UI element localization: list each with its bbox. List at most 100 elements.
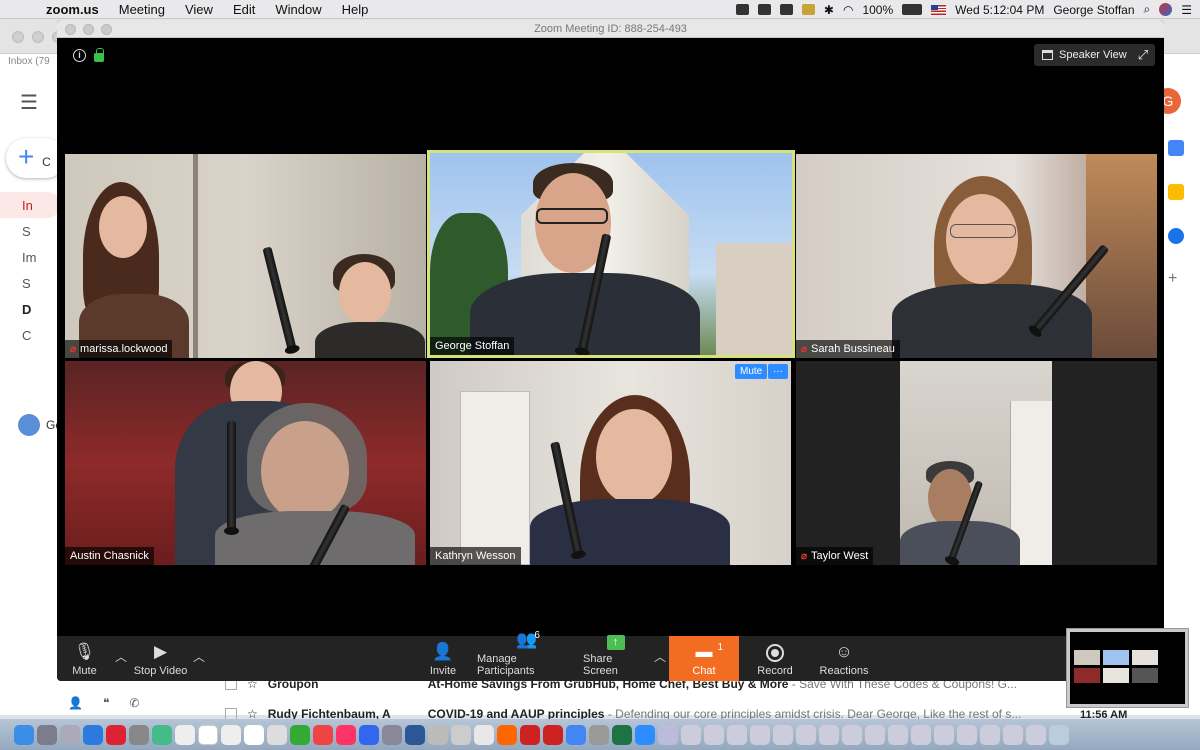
dock-folder-icon[interactable] bbox=[911, 724, 931, 745]
hamburger-menu-icon[interactable]: ☰ bbox=[20, 90, 38, 115]
video-tile[interactable]: ⌀ marissa.lockwood bbox=[65, 154, 426, 358]
camera-icon[interactable] bbox=[779, 4, 793, 15]
menu-edit[interactable]: Edit bbox=[223, 2, 265, 17]
dock-folder-icon[interactable] bbox=[888, 724, 908, 745]
dock-folder-icon[interactable] bbox=[819, 724, 839, 745]
launchpad-icon[interactable] bbox=[60, 724, 80, 745]
dock-folder-icon[interactable] bbox=[681, 724, 701, 745]
stop-video-button[interactable]: ▶ Stop Video bbox=[133, 636, 188, 681]
nav-item-categories[interactable]: C bbox=[0, 322, 60, 348]
chat-button[interactable]: ▬ 1 Chat bbox=[669, 636, 739, 681]
manage-participants-button[interactable]: 👥 6 Manage Participants bbox=[477, 630, 577, 681]
zoom-status-icon[interactable] bbox=[735, 4, 749, 15]
acrobat-icon[interactable] bbox=[520, 724, 540, 745]
share-screen-button[interactable]: ↑ Share Screen bbox=[583, 635, 648, 681]
nav-item-important[interactable]: Im bbox=[0, 244, 60, 270]
menu-view[interactable]: View bbox=[175, 2, 223, 17]
battery-label[interactable]: 100% bbox=[862, 3, 893, 17]
system-preferences-icon[interactable] bbox=[382, 724, 402, 745]
menu-app-name[interactable]: zoom.us bbox=[36, 2, 109, 17]
chrome-icon[interactable] bbox=[566, 724, 586, 745]
news-icon[interactable] bbox=[313, 724, 333, 745]
menu-clock[interactable]: Wed 5:12:04 PM bbox=[955, 3, 1044, 17]
meeting-info-icon[interactable]: i bbox=[73, 49, 86, 62]
textedit-icon[interactable] bbox=[474, 724, 494, 745]
preview-icon[interactable] bbox=[428, 724, 448, 745]
video-tile-active-speaker[interactable]: George Stoffan bbox=[427, 150, 795, 358]
quicktime-icon[interactable] bbox=[589, 724, 609, 745]
dropbox-icon[interactable] bbox=[757, 4, 771, 15]
dock-folder-icon[interactable] bbox=[773, 724, 793, 745]
calendar-app-icon[interactable] bbox=[198, 724, 218, 745]
add-addon-icon[interactable]: + bbox=[1168, 271, 1184, 288]
zoom-app-icon[interactable] bbox=[635, 724, 655, 745]
video-tile[interactable]: ⌀ Sarah Bussineau bbox=[796, 154, 1157, 358]
fullscreen-button[interactable]: ⤢ bbox=[1131, 44, 1155, 66]
nav-item-drafts[interactable]: D bbox=[0, 296, 60, 322]
keynote-icon[interactable] bbox=[267, 724, 287, 745]
encryption-lock-icon[interactable] bbox=[94, 47, 104, 62]
dock-folder-icon[interactable] bbox=[957, 724, 977, 745]
minimize-window-icon[interactable] bbox=[32, 31, 44, 43]
dock-folder-icon[interactable] bbox=[934, 724, 954, 745]
wifi-icon[interactable]: ◠ bbox=[843, 3, 853, 17]
dock-folder-icon[interactable] bbox=[704, 724, 724, 745]
speaker-view-button[interactable]: Speaker View bbox=[1034, 44, 1135, 66]
menu-user[interactable]: George Stoffan bbox=[1053, 3, 1134, 17]
acrobat-reader-icon[interactable] bbox=[543, 724, 563, 745]
finder-icon[interactable] bbox=[14, 724, 34, 745]
reminders-icon[interactable] bbox=[244, 724, 264, 745]
norton-icon[interactable] bbox=[801, 4, 815, 15]
menu-window[interactable]: Window bbox=[265, 2, 331, 17]
app-store-icon[interactable] bbox=[359, 724, 379, 745]
maps-icon[interactable] bbox=[152, 724, 172, 745]
invite-button[interactable]: 👤 Invite bbox=[428, 636, 458, 681]
mail-icon[interactable] bbox=[129, 724, 149, 745]
nav-item-snoozed[interactable]: S bbox=[0, 218, 60, 244]
browser-tab-inbox[interactable]: Inbox (79 bbox=[8, 56, 50, 67]
dock-folder-icon[interactable] bbox=[865, 724, 885, 745]
calendar-icon[interactable] bbox=[1168, 140, 1184, 156]
phone-icon[interactable]: ✆ bbox=[129, 696, 139, 710]
audio-options-caret-icon[interactable]: ︿ bbox=[115, 648, 127, 665]
excel-icon[interactable] bbox=[612, 724, 632, 745]
firefox-icon[interactable] bbox=[497, 724, 517, 745]
menu-help[interactable]: Help bbox=[332, 2, 379, 17]
minimize-window-icon[interactable] bbox=[83, 24, 94, 35]
facetime-icon[interactable] bbox=[290, 724, 310, 745]
nav-item-inbox[interactable]: In bbox=[0, 192, 60, 218]
nav-item-sent[interactable]: S bbox=[0, 270, 60, 296]
dock-folder-icon[interactable] bbox=[1003, 724, 1023, 745]
share-options-caret-icon[interactable]: ︿ bbox=[654, 648, 666, 665]
zoom-window-icon[interactable] bbox=[101, 24, 112, 35]
screenshot-thumbnail[interactable] bbox=[1066, 628, 1189, 708]
video-tile[interactable]: ⌀ Taylor West bbox=[796, 361, 1157, 565]
video-options-caret-icon[interactable]: ︿ bbox=[193, 648, 205, 665]
dock-folder-icon[interactable] bbox=[1026, 724, 1046, 745]
tasks-icon[interactable] bbox=[1168, 228, 1184, 244]
dock-folder-icon[interactable] bbox=[842, 724, 862, 745]
trash-icon[interactable] bbox=[1049, 724, 1069, 745]
siri-icon[interactable] bbox=[1159, 3, 1173, 16]
utility-icon[interactable] bbox=[451, 724, 471, 745]
dock-folder-icon[interactable] bbox=[658, 724, 678, 745]
record-button[interactable]: Record bbox=[757, 636, 793, 681]
spotlight-search-icon[interactable]: ⌕ bbox=[1144, 2, 1151, 17]
menu-meeting[interactable]: Meeting bbox=[109, 2, 175, 17]
video-tile[interactable]: Austin Chasnick bbox=[65, 361, 426, 565]
siri-app-icon[interactable] bbox=[37, 724, 57, 745]
hangouts-icon[interactable]: ❝ bbox=[103, 696, 109, 710]
person-icon[interactable]: 👤 bbox=[68, 696, 83, 710]
bluetooth-icon[interactable]: ✱ bbox=[824, 3, 834, 17]
keep-icon[interactable] bbox=[1168, 184, 1184, 200]
dock-folder-icon[interactable] bbox=[727, 724, 747, 745]
participant-more-button[interactable]: ··· bbox=[768, 364, 788, 379]
close-window-icon[interactable] bbox=[65, 24, 76, 35]
input-source-flag-icon[interactable] bbox=[931, 4, 947, 15]
opera-icon[interactable] bbox=[106, 724, 126, 745]
mute-button[interactable]: 🎙 Mute bbox=[67, 636, 102, 681]
music-icon[interactable] bbox=[336, 724, 356, 745]
video-tile[interactable]: Mute ··· Kathryn Wesson bbox=[430, 361, 791, 565]
dock-folder-icon[interactable] bbox=[980, 724, 1000, 745]
safari-icon[interactable] bbox=[83, 724, 103, 745]
